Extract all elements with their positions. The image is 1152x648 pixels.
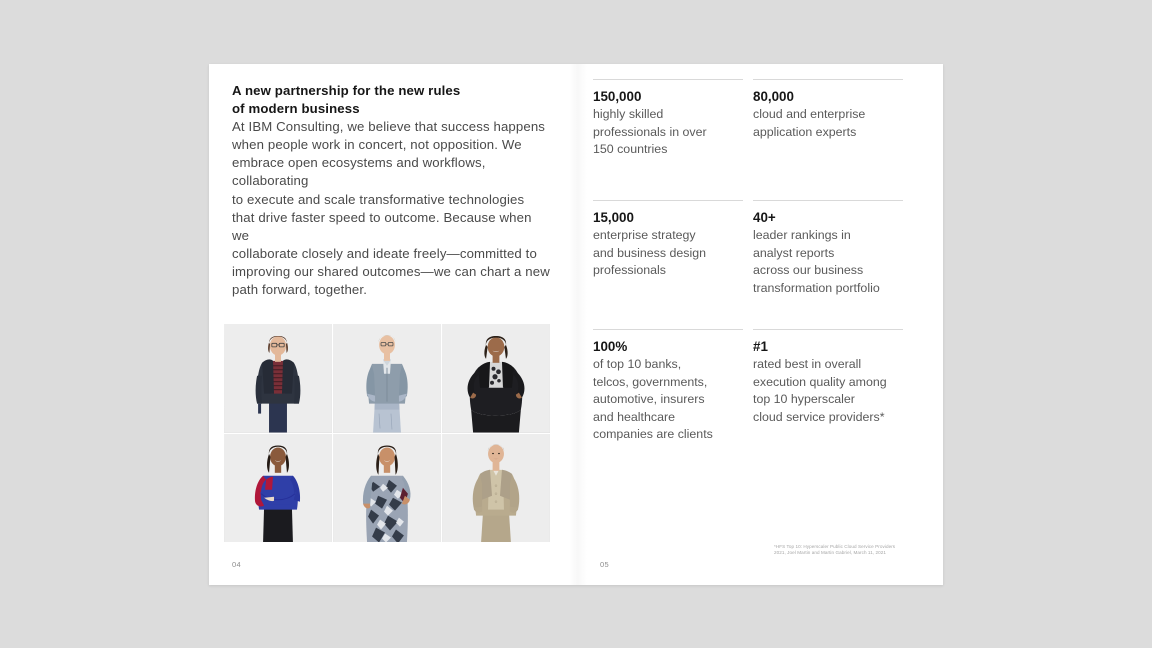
stat-value: 150,000 — [593, 89, 642, 104]
stat-rated-best: #1 rated best in overall execution quali… — [753, 329, 903, 444]
stat-top-clients: 100% of top 10 banks, telcos, government… — [593, 329, 743, 444]
stat-desc-line: and healthcare — [593, 409, 675, 424]
portrait-illustration — [333, 433, 441, 542]
stat-value: #1 — [753, 339, 768, 354]
stat-desc-line: enterprise strategy — [593, 228, 696, 242]
body-line-3: embrace open ecosystems and workflows, c… — [232, 155, 486, 189]
stat-desc-line: professionals — [593, 263, 667, 277]
page-number-left: 04 — [232, 560, 241, 569]
footnote-line-2: 2021, Joel Martin and Martin Gabriel, Ma… — [774, 550, 887, 556]
right-page: 150,000 highly skilled professionals in … — [577, 64, 943, 585]
stat-desc-line: analyst reports — [753, 245, 835, 260]
stat-desc-line: 150 countries — [593, 142, 668, 156]
portrait-illustration — [224, 433, 332, 542]
stat-desc-line: application experts — [753, 124, 857, 139]
page-number-right: 05 — [600, 560, 609, 569]
stat-value: 15,000 — [593, 210, 634, 225]
body-line-1: At IBM Consulting, we believe that succe… — [232, 119, 546, 135]
photo-portrait-woman-blue-sweater — [224, 433, 332, 542]
heading-line-1: A new partnership for the new rules — [232, 83, 461, 98]
stat-desc-line: leader rankings in — [753, 228, 851, 242]
stat-cloud-experts: 80,000 cloud and enterprise application … — [753, 79, 903, 200]
stat-desc-line: cloud and enterprise — [753, 107, 866, 121]
photo-portrait-man-tan-suit — [442, 433, 550, 542]
stat-desc-line: execution quality among — [753, 374, 887, 389]
stat-value: 80,000 — [753, 89, 794, 104]
portrait-illustration — [442, 433, 550, 542]
stat-desc-line: across our business — [753, 263, 864, 277]
footnote-line-1: *HFS Top 10: Hyperscaler Public Cloud Se… — [774, 543, 896, 549]
statistics-grid: 150,000 highly skilled professionals in … — [593, 79, 913, 444]
body-line-2: when people work in concert, not opposit… — [232, 137, 522, 153]
stat-strategy-professionals: 15,000 enterprise strategy and business … — [593, 200, 743, 329]
photo-portrait-woman-dark-blazer — [224, 324, 332, 433]
stat-desc-line: telcos, governments, — [593, 374, 708, 389]
stat-desc-line: top 10 hyperscaler — [753, 392, 855, 406]
body-line-4: to execute and scale transformative tech… — [232, 191, 525, 207]
photo-portrait-man-blue-shirt — [333, 324, 441, 433]
portrait-illustration — [224, 324, 332, 433]
portrait-illustration — [333, 324, 441, 433]
stat-desc-line: rated best in overall — [753, 357, 862, 371]
team-photo-grid — [224, 324, 550, 542]
body-line-8: path forward, together. — [232, 282, 367, 298]
stat-desc-line: cloud service providers* — [753, 409, 885, 424]
stat-desc-line: transformation portfolio — [753, 280, 880, 295]
stat-desc-line: automotive, insurers — [593, 392, 705, 406]
stat-value: 100% — [593, 339, 628, 354]
stat-desc-line: highly skilled — [593, 107, 664, 121]
body-line-7: improving our shared outcomes—we can cha… — [232, 263, 550, 279]
left-page: A new partnership for the new rules of m… — [209, 64, 577, 585]
stat-desc-line: professionals in over — [593, 124, 707, 139]
portrait-illustration — [442, 324, 550, 433]
stat-leader-rankings: 40+ leader rankings in analyst reports a… — [753, 200, 903, 329]
photo-portrait-woman-patterned-top — [333, 433, 441, 542]
magazine-spread: A new partnership for the new rules of m… — [209, 64, 943, 585]
footnote: *HFS Top 10: Hyperscaler Public Cloud Se… — [774, 544, 926, 557]
photo-portrait-woman-black-cardigan — [442, 324, 550, 433]
stat-desc-line: and business design — [593, 245, 706, 260]
stat-professionals: 150,000 highly skilled professionals in … — [593, 79, 743, 200]
heading-line-2: of modern business — [232, 101, 360, 117]
stat-desc-line: companies are clients — [593, 427, 713, 441]
stat-value: 40+ — [753, 210, 776, 225]
body-line-6: collaborate closely and ideate freely—co… — [232, 245, 537, 261]
body-line-5: that drive faster speed to outcome. Beca… — [232, 209, 532, 243]
stat-desc-line: of top 10 banks, — [593, 357, 682, 371]
intro-copy-block: A new partnership for the new rules of m… — [232, 82, 550, 299]
